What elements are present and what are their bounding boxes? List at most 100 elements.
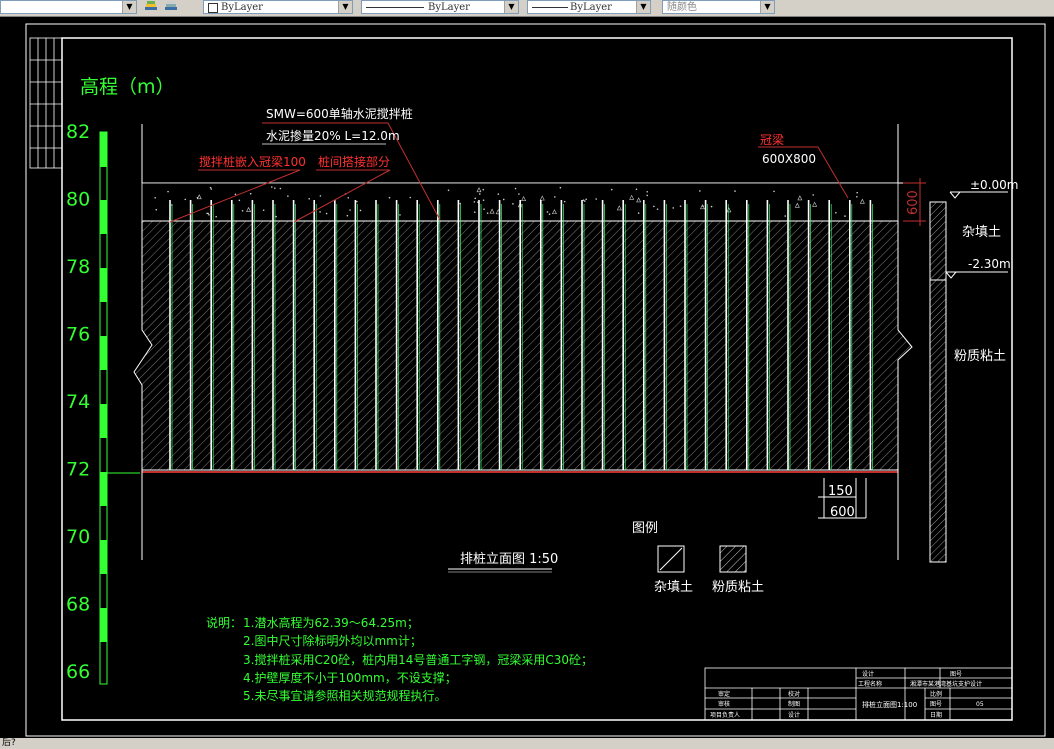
aggregate-dot <box>238 199 241 202</box>
layer-previous-icon[interactable] <box>164 1 178 13</box>
aggregate-dot <box>610 188 613 191</box>
elevation-tick-label: 72 <box>66 459 90 481</box>
aggregate-dot <box>595 198 597 200</box>
pile-spacing-dim-text: 150 <box>828 484 853 499</box>
aggregate-dot <box>209 186 212 189</box>
aggregate-dot <box>646 194 648 197</box>
elevation-tick-label: 82 <box>66 121 90 143</box>
aggregate-dot <box>319 195 322 197</box>
aggregate-dot <box>773 190 775 193</box>
aggregate-dot <box>474 197 477 200</box>
elevation-ticks: 82 80 78 76 74 72 70 68 66 <box>66 121 90 683</box>
title-block <box>704 667 1013 721</box>
aggregate-dot <box>409 196 412 199</box>
elevation-label: 高程（m） <box>80 76 175 98</box>
tb-number-label-2: 图号 <box>930 701 942 708</box>
linetype-dropdown[interactable]: ByLayer ▼ <box>361 0 519 14</box>
aggregate-dot <box>646 190 649 193</box>
aggregate-dot <box>483 208 485 210</box>
aggregate-dot <box>583 200 586 202</box>
figure-title: 排桩立面图 1:50 <box>460 552 558 567</box>
beam-height-dim-text: 600 <box>906 190 921 215</box>
lineweight-dropdown[interactable]: ByLayer ▼ <box>527 0 651 14</box>
chevron-down-icon: ▼ <box>636 1 650 13</box>
aggregate-dot <box>637 212 640 214</box>
aggregate-dot <box>346 214 349 217</box>
aggregate-dot <box>710 205 713 208</box>
aggregate-dot <box>554 196 556 198</box>
tb-design-label: 设计 <box>862 670 874 678</box>
aggregate-dot <box>270 186 273 188</box>
aggregate-dot <box>447 189 450 192</box>
crown-beam-size-callout: 600X800 <box>762 152 816 166</box>
layer-dropdown[interactable]: ▼ <box>0 0 137 14</box>
tb-project-name: 湘潭市某港湾基坑支护设计 <box>910 680 982 688</box>
aggregate-dot <box>699 190 701 192</box>
properties-toolbar: ▼ ByLayer ▼ ByLayer ▼ ByLayer ▼ 随颜色 ▼ <box>0 0 1054 17</box>
chevron-down-icon: ▼ <box>122 1 136 13</box>
tb-date-label: 日期 <box>930 711 942 719</box>
tb-draw-label: 制图 <box>788 700 800 708</box>
elevation-tick-label: 70 <box>66 526 90 548</box>
elevation-scale-bar <box>99 131 140 685</box>
aggregate-dot <box>653 205 655 208</box>
aggregate-dot <box>279 187 282 190</box>
note-line-2: 2.图中尺寸除标明外均以mm计； <box>243 633 422 648</box>
layer-states-icon[interactable] <box>144 1 158 13</box>
aggregate-dot <box>262 209 265 211</box>
aggregate-dot <box>784 215 786 217</box>
chevron-down-icon: ▼ <box>760 1 774 13</box>
pile-into-beam-callout: 搅拌桩嵌入冠梁100 <box>199 154 306 169</box>
aggregate-dot <box>347 196 350 199</box>
aggregate-dot <box>512 203 514 205</box>
tb-scale-text: 排桩立面图1:100 <box>862 700 917 709</box>
aggregate-dot <box>563 200 566 203</box>
aggregate-dot <box>473 211 476 213</box>
aggregate-dot <box>249 192 252 195</box>
note-line-1: 1.潜水高程为62.39～64.25m； <box>243 615 419 630</box>
aggregate-dot <box>388 196 391 199</box>
aggregate-dot <box>672 207 675 209</box>
elevation-tick-label: 74 <box>66 391 90 413</box>
aggregate-dot <box>399 214 401 216</box>
linetype-preview <box>366 7 424 8</box>
pile-overlap-callout: 桩间搭接部分 <box>318 154 390 169</box>
plotstyle-dropdown[interactable]: 随颜色 ▼ <box>662 0 775 14</box>
command-line-status[interactable]: 后? <box>0 738 1054 749</box>
aggregate-dot <box>482 199 485 201</box>
elevation-tick-label: 76 <box>66 324 90 346</box>
aggregate-dot <box>167 190 169 193</box>
aggregate-dot <box>812 194 815 196</box>
elevation-tick-label: 68 <box>66 594 90 616</box>
notes-heading: 说明： <box>206 615 242 630</box>
binding-grid <box>29 37 63 169</box>
aggregate-dot <box>656 208 659 210</box>
aggregate-dot <box>514 187 517 190</box>
aggregate-dot <box>234 193 237 196</box>
aggregate-dot <box>486 212 489 214</box>
aggregate-dot <box>308 198 311 200</box>
drawing-canvas[interactable]: 高程（m） 828078767472706866 600 150 600 SMW… <box>0 16 1054 738</box>
aggregate-dot <box>502 198 505 201</box>
chevron-down-icon: ▼ <box>338 1 352 13</box>
soil-layer-1-label: 杂填土 <box>962 225 1001 240</box>
tb-approve-label: 审定 <box>718 690 730 698</box>
aggregate-dot <box>835 212 837 214</box>
aggregate-dot <box>241 209 244 212</box>
aggregate-dot <box>679 205 682 207</box>
color-swatch-icon <box>208 2 218 13</box>
smw-pile-callout: SMW=600单轴水泥搅拌桩 <box>266 106 413 121</box>
aggregate-dot <box>154 196 156 199</box>
color-bylayer-dropdown[interactable]: ByLayer ▼ <box>203 0 353 14</box>
chevron-down-icon: ▼ <box>504 1 518 13</box>
aggregate-dot <box>274 187 276 189</box>
tb-review-label: 审核 <box>718 700 730 708</box>
aggregate-dot <box>210 188 213 190</box>
aggregate-dot <box>359 209 362 212</box>
aggregate-dot <box>497 193 500 195</box>
aggregate-dot <box>548 213 551 215</box>
aggregate-dot <box>184 198 187 201</box>
aggregate-dot <box>546 211 549 213</box>
note-line-5: 5.未尽事宜请参照相关规范规程执行。 <box>243 688 446 703</box>
aggregate-dot <box>215 215 217 218</box>
